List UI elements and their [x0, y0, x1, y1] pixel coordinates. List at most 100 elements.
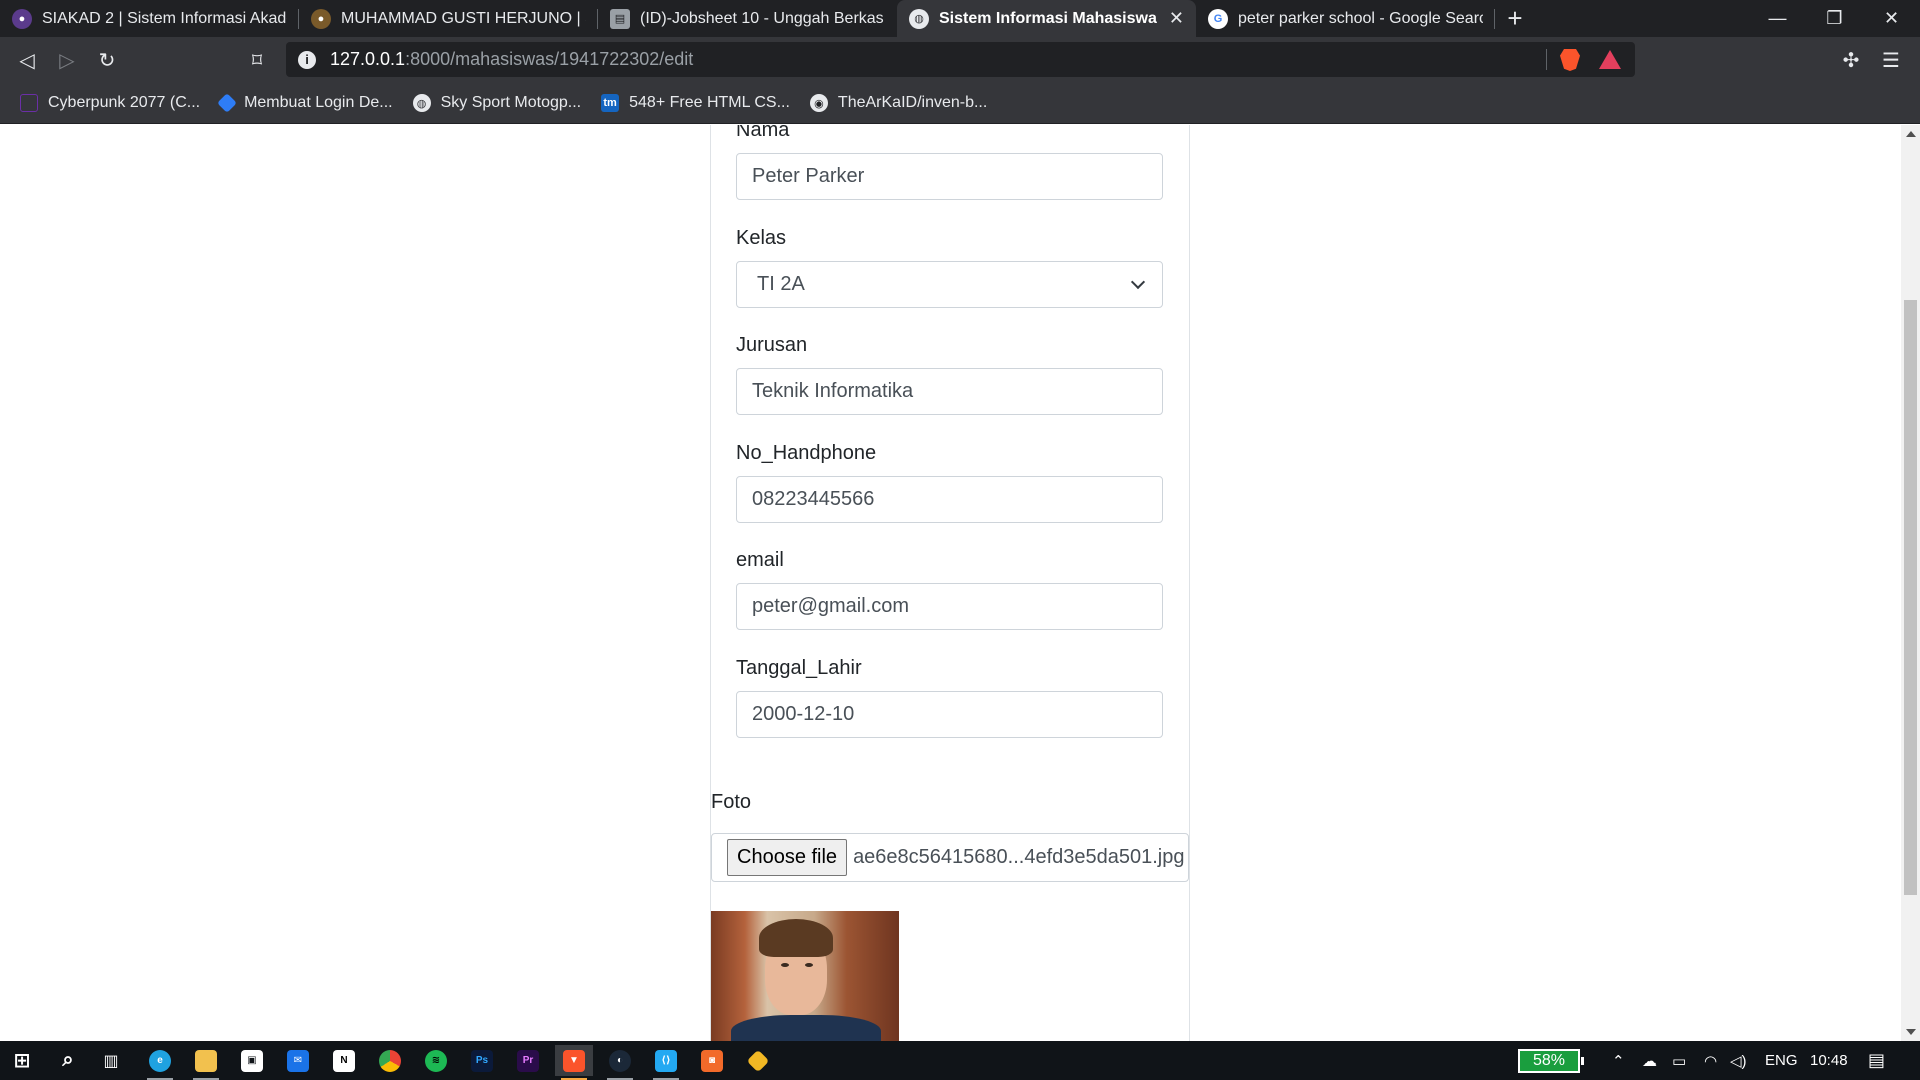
foto-file-input[interactable]: Choose file ae6e8c56415680...4efd3e5da50… — [711, 833, 1189, 882]
form-group-nama: Nama Peter Parker — [736, 125, 1163, 200]
form-group-jurusan: Jurusan Teknik Informatika — [736, 330, 1163, 415]
bookmark-sky-sport[interactable]: ◍ Sky Sport Motogp... — [412, 94, 581, 112]
brave-shields-icon[interactable] — [1560, 49, 1580, 71]
restore-icon[interactable]: ❐ — [1806, 0, 1863, 37]
volume-icon[interactable]: ◁) — [1730, 1041, 1747, 1080]
email-label: email — [736, 549, 784, 571]
taskbar-file-explorer[interactable] — [187, 1045, 225, 1080]
menu-icon[interactable]: ☰ — [1876, 45, 1906, 75]
jurusan-input[interactable]: Teknik Informatika — [736, 368, 1163, 415]
no-handphone-input[interactable]: 08223445566 — [736, 476, 1163, 523]
taskbar-store[interactable]: ▣ — [233, 1045, 271, 1076]
tab-siakad[interactable]: ● SIAKAD 2 | Sistem Informasi Akademik — [0, 0, 299, 37]
battery-indicator[interactable]: 58% — [1518, 1049, 1584, 1073]
wifi-icon[interactable]: ◠ — [1704, 1041, 1717, 1080]
form-group-tanggal-lahir: Tanggal_Lahir 2000-12-10 — [736, 653, 1163, 738]
bookmark-label: Membuat Login De... — [244, 94, 393, 111]
site-info-icon[interactable]: i — [298, 50, 316, 69]
taskbar-premiere[interactable]: Pr — [509, 1045, 547, 1076]
taskbar-brave[interactable]: ▼ — [555, 1045, 593, 1080]
taskbar-vscode[interactable]: ⟨⟩ — [647, 1045, 685, 1080]
windows-taskbar: ⊞ ⌕ ▥ e ▣ ✉ N ≋ Ps Pr ▼ ◐ ⟨⟩ ◙ 58% ⌃ ☁ ▭… — [0, 1041, 1920, 1080]
store-icon: ▣ — [241, 1049, 263, 1072]
taskbar-orange-app[interactable]: ◙ — [693, 1045, 731, 1076]
taskbar-edge[interactable]: e — [141, 1045, 179, 1080]
nama-label: Nama — [736, 125, 790, 141]
taskbar-spotify[interactable]: ≋ — [417, 1045, 455, 1076]
brave-rewards-icon[interactable] — [1599, 50, 1621, 69]
jurusan-label: Jurusan — [736, 334, 808, 356]
tab-sistem-informasi-mahasiswa[interactable]: ◍ Sistem Informasi Mahasiswa ✕ — [897, 0, 1196, 37]
edge-icon: e — [149, 1049, 171, 1072]
tray-chevron-icon[interactable]: ⌃ — [1612, 1041, 1625, 1080]
bookmark-github[interactable]: ◉ TheArKaID/inven-b... — [809, 94, 988, 112]
reload-icon[interactable]: ↻ — [92, 45, 122, 75]
start-button[interactable]: ⊞ — [3, 1045, 41, 1076]
tab-spada[interactable]: ● MUHAMMAD GUSTI HERJUNO | Spada — [299, 0, 598, 37]
email-input[interactable]: peter@gmail.com — [736, 583, 1163, 630]
tab-separator — [1494, 9, 1495, 29]
bookmark-free-html[interactable]: tm 548+ Free HTML CS... — [601, 94, 790, 112]
search-icon: ⌕ — [62, 1049, 74, 1071]
notification-icon[interactable]: ▤ — [1868, 1041, 1885, 1080]
taskbar-mail[interactable]: ✉ — [279, 1045, 317, 1076]
window-controls: — ❐ ✕ — [1749, 0, 1920, 37]
tanggal-lahir-label: Tanggal_Lahir — [736, 657, 862, 679]
nama-input[interactable]: Peter Parker — [736, 153, 1163, 200]
tab-title: Sistem Informasi Mahasiswa — [939, 9, 1157, 27]
photo-hair — [759, 919, 833, 957]
tab-title: MUHAMMAD GUSTI HERJUNO | Spada — [341, 9, 586, 27]
scrollbar-thumb[interactable] — [1904, 300, 1917, 895]
bookmark-label: TheArKaID/inven-b... — [837, 94, 988, 111]
code-bookmark-icon — [217, 93, 237, 113]
document-favicon-icon: ▤ — [610, 8, 630, 29]
foto-label: Foto — [711, 791, 752, 813]
tab-title: (ID)-Jobsheet 10 - Unggah Berkas dan — [640, 9, 885, 27]
forward-icon[interactable]: ▷ — [52, 45, 82, 75]
siakad-favicon-icon: ● — [12, 8, 32, 29]
bookmark-icon[interactable]: ⌑ — [242, 45, 272, 75]
tab-title: peter parker school - Google Search — [1238, 9, 1483, 27]
address-bar[interactable]: i 127.0.0.1:8000/mahasiswas/1941722302/e… — [286, 42, 1635, 77]
tm-bookmark-icon: tm — [601, 94, 620, 112]
photo-eye — [805, 963, 813, 967]
taskbar-steam[interactable]: ◐ — [601, 1045, 639, 1080]
bookmark-membuat-login[interactable]: Membuat Login De... — [217, 93, 393, 113]
page-content: Nama Peter Parker Kelas TI 2A Jurusan Te… — [0, 125, 1901, 1041]
url-host: 127.0.0.1 — [330, 49, 406, 69]
clock[interactable]: 10:48 — [1810, 1041, 1848, 1080]
scroll-up-icon[interactable] — [1906, 131, 1916, 137]
minimize-icon[interactable]: — — [1749, 0, 1806, 37]
new-tab-button[interactable]: + — [1495, 0, 1535, 37]
choose-file-button[interactable]: Choose file — [727, 839, 848, 876]
back-icon[interactable]: ◁ — [12, 45, 42, 75]
tab-jobsheet[interactable]: ▤ (ID)-Jobsheet 10 - Unggah Berkas dan — [598, 0, 897, 37]
scroll-down-icon[interactable] — [1906, 1029, 1916, 1035]
task-view-button[interactable]: ▥ — [92, 1045, 130, 1076]
search-button[interactable]: ⌕ — [49, 1045, 87, 1076]
close-tab-icon[interactable]: ✕ — [1169, 8, 1184, 29]
vertical-scrollbar[interactable] — [1901, 125, 1920, 1041]
windows-logo-icon: ⊞ — [13, 1050, 31, 1072]
taskbar-diamond-app[interactable] — [739, 1045, 777, 1076]
extensions-icon[interactable]: ✣ — [1836, 45, 1866, 75]
kelas-select[interactable]: TI 2A — [736, 261, 1163, 308]
tab-google-search[interactable]: G peter parker school - Google Search — [1196, 0, 1495, 37]
kelas-label: Kelas — [736, 227, 787, 249]
taskbar-chrome[interactable] — [371, 1045, 409, 1076]
taskbar-notion[interactable]: N — [325, 1045, 363, 1076]
globe-bookmark-icon: ◍ — [412, 94, 431, 112]
onedrive-icon[interactable]: ☁ — [1642, 1041, 1657, 1080]
battery-tray-icon[interactable]: ▭ — [1672, 1041, 1686, 1080]
taskbar-photoshop[interactable]: Ps — [463, 1045, 501, 1076]
cyberpunk-bookmark-icon — [20, 94, 38, 112]
spada-favicon-icon: ● — [311, 8, 331, 29]
form-group-no-handphone: No_Handphone 08223445566 — [736, 438, 1163, 523]
tanggal-lahir-input[interactable]: 2000-12-10 — [736, 691, 1163, 738]
browser-toolbar: ◁ ▷ ↻ ⌑ i 127.0.0.1:8000/mahasiswas/1941… — [0, 37, 1920, 83]
bookmark-cyberpunk[interactable]: Cyberpunk 2077 (C... — [20, 94, 200, 112]
language-indicator[interactable]: ENG — [1765, 1041, 1798, 1080]
close-window-icon[interactable]: ✕ — [1863, 0, 1920, 37]
form-group-kelas: Kelas TI 2A — [736, 223, 1163, 308]
chevron-down-icon — [1130, 274, 1146, 289]
